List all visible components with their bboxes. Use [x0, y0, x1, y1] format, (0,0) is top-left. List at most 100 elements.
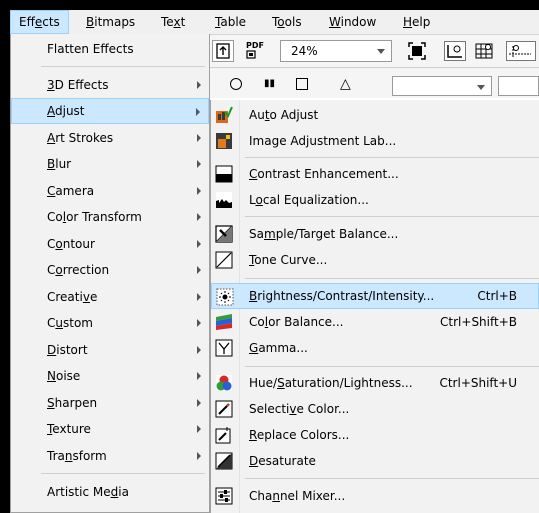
menu-item-flatten-effects[interactable]: Flatten Effects	[11, 36, 209, 62]
menu-item-label: one Curve...	[254, 253, 328, 267]
grid-icon	[475, 43, 493, 59]
menu-table[interactable]: Table	[207, 10, 254, 34]
show-grid-button[interactable]	[474, 41, 496, 61]
show-guidelines-button[interactable]	[506, 41, 536, 61]
menu-item-label: Flatten Effects	[47, 42, 134, 56]
rulers-icon	[447, 45, 462, 58]
submenu-arrow-icon	[197, 81, 201, 89]
menu-window[interactable]: Window	[321, 10, 384, 34]
menu-item-custom[interactable]: Custom	[11, 310, 209, 336]
menu-item-noise[interactable]: Noise	[11, 363, 209, 389]
contrast-enhancement-icon	[215, 165, 233, 183]
menu-item-channel-mixer[interactable]: Channel Mixer...	[211, 483, 539, 509]
menu-item-creative[interactable]: Creative	[11, 284, 209, 310]
menu-item-contrast-enhancement[interactable]: Contrast Enhancement...	[211, 161, 539, 187]
adjust-submenu: Auto Adjust Image Adjustment Lab... Cont…	[210, 100, 539, 513]
menu-item-art-strokes[interactable]: Art Strokes	[11, 125, 209, 151]
menu-item-label: Selecti	[249, 402, 290, 416]
menu-mnemonic: S	[47, 396, 55, 410]
menu-item-selective-color[interactable]: Selective Color...	[211, 396, 539, 422]
hue-saturation-icon	[216, 375, 232, 391]
menu-item-artistic-media[interactable]: Artistic Media	[11, 479, 209, 505]
menu-text[interactable]: Text	[153, 10, 193, 34]
menu-mnemonic: D	[249, 454, 259, 468]
selective-color-icon	[215, 400, 233, 418]
menu-item-shortcut: Ctrl+Shift+U	[439, 376, 517, 390]
menu-item-gamma[interactable]: Gamma...	[211, 335, 539, 361]
submenu-arrow-icon	[196, 108, 200, 116]
gamma-icon	[215, 339, 233, 357]
menu-item-label: amera	[55, 184, 95, 198]
submenu-arrow-icon	[197, 452, 201, 460]
menu-effects[interactable]: Effects	[10, 10, 69, 34]
menu-item-distort[interactable]: Distort	[11, 337, 209, 363]
menu-item-label: Hue/	[249, 376, 278, 390]
menu-item-label: istort	[56, 343, 88, 357]
menu-item-image-adjustment-lab[interactable]: Image Adjustment Lab...	[211, 128, 539, 154]
menu-item-auto-adjust[interactable]: Auto Adjust	[211, 102, 539, 128]
standard-toolbar: PDF 24%	[200, 35, 539, 68]
menu-label: indow	[340, 15, 377, 29]
menu-item-local-equalization[interactable]: Local Equalization...	[211, 187, 539, 213]
menu-mnemonic: o	[277, 15, 285, 29]
full-screen-button[interactable]	[408, 42, 426, 60]
menu-item-correction[interactable]: Correction	[11, 257, 209, 283]
tone-curve-icon	[215, 251, 233, 269]
menu-item-label: harpen	[54, 396, 98, 410]
menu-item-label: or Transform	[66, 210, 142, 224]
menu-item-color-transform[interactable]: Color Transform	[11, 204, 209, 230]
auto-adjust-icon	[216, 106, 233, 123]
menu-separator	[245, 366, 539, 367]
menu-item-3d-effects[interactable]: 3D Effects	[11, 72, 209, 98]
menu-item-brightness-contrast-intensity[interactable]: Brightness/Contrast/Intensity... Ctrl+B	[211, 283, 539, 309]
menu-item-tone-curve[interactable]: Tone Curve...	[211, 247, 539, 273]
menu-help[interactable]: Help	[395, 10, 438, 34]
menu-separator	[41, 473, 205, 474]
effects-menu: Flatten Effects 3D Effects Adjust Art St…	[10, 34, 210, 513]
menu-item-label: aturation/Lightness...	[284, 376, 413, 390]
frame-icon	[296, 78, 308, 90]
menu-separator	[245, 216, 539, 217]
pdf-label: PDF	[246, 41, 264, 50]
menu-bitmaps[interactable]: Bitmaps	[78, 10, 143, 34]
menu-item-sharpen[interactable]: Sharpen	[11, 390, 209, 416]
menu-label: elp	[412, 15, 431, 29]
export-button[interactable]	[212, 40, 234, 62]
menu-item-label: Sa	[249, 227, 264, 241]
publish-pdf-button[interactable]: PDF	[246, 41, 264, 61]
submenu-arrow-icon	[197, 240, 201, 248]
menu-item-label: Tra	[47, 449, 65, 463]
outline-width-select[interactable]	[392, 76, 492, 96]
color-balance-icon	[216, 314, 232, 330]
menu-label: itmaps	[94, 15, 136, 29]
desaturate-icon	[215, 452, 233, 470]
menu-item-texture[interactable]: Texture	[11, 416, 209, 442]
menu-label: t	[180, 15, 186, 29]
menu-item-color-balance[interactable]: Color Balance... Ctrl+Shift+B	[211, 309, 539, 335]
menu-item-hue-saturation-lightness[interactable]: Hue/Saturation/Lightness... Ctrl+Shift+U	[211, 370, 539, 396]
menu-item-label: ia	[118, 485, 129, 499]
menu-item-label: ontrast Enhancement...	[257, 167, 399, 181]
menu-item-sample-target-balance[interactable]: Sample/Target Balance...	[211, 221, 539, 247]
menu-item-label: Artistic Me	[47, 485, 111, 499]
zoom-level-select[interactable]: 24%	[280, 40, 392, 62]
submenu-arrow-icon	[197, 346, 201, 354]
menu-item-adjust[interactable]: Adjust	[11, 98, 209, 124]
show-rulers-button[interactable]	[444, 41, 466, 61]
submenu-arrow-icon	[197, 187, 201, 195]
replace-colors-icon	[215, 427, 231, 444]
menu-label: cts	[42, 15, 60, 29]
menu-item-transform[interactable]: Transform	[11, 443, 209, 469]
property-input[interactable]	[498, 76, 539, 96]
menu-item-replace-colors[interactable]: Replace Colors...	[211, 422, 539, 448]
menu-item-contour[interactable]: Contour	[11, 231, 209, 257]
outline-icon: △	[340, 76, 351, 92]
menu-item-label: ple/Target Balance...	[275, 227, 399, 241]
menu-item-desaturate[interactable]: Desaturate	[211, 448, 539, 474]
menu-tools[interactable]: Tools	[264, 10, 310, 34]
menu-item-label: Co	[47, 210, 63, 224]
menu-mnemonic: S	[277, 376, 285, 390]
menu-item-camera[interactable]: Camera	[11, 178, 209, 204]
menu-item-shortcut: Ctrl+B	[477, 289, 517, 303]
menu-item-blur[interactable]: Blur	[11, 151, 209, 177]
